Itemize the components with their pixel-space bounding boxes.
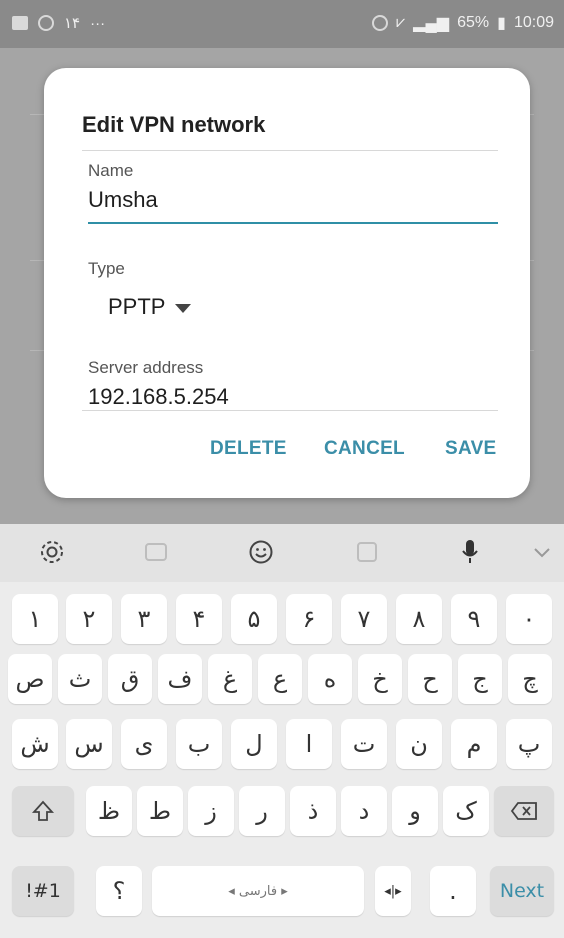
status-right: ⩗ ▂▄▆ 65% ▮ 10:09: [372, 13, 554, 33]
key-letter[interactable]: ح: [408, 654, 452, 704]
emoji-icon[interactable]: [247, 538, 275, 566]
key-letter[interactable]: ر: [239, 786, 285, 836]
settings-icon[interactable]: [38, 538, 66, 566]
key-letter[interactable]: خ: [358, 654, 402, 704]
name-field-underline: [88, 222, 498, 224]
key-letter[interactable]: ت: [341, 719, 387, 769]
battery-percent: 65%: [457, 14, 490, 31]
key-letter[interactable]: ع: [258, 654, 302, 704]
key-letter[interactable]: ث: [58, 654, 102, 704]
status-number: ۱۴: [64, 15, 81, 32]
key-letter[interactable]: ف: [158, 654, 202, 704]
backspace-icon: [510, 802, 537, 820]
save-button[interactable]: SAVE: [445, 438, 497, 460]
signal-icon: ▂▄▆: [413, 15, 450, 32]
key-letter[interactable]: ی: [121, 719, 167, 769]
server-field-underline: [82, 410, 498, 411]
next-key[interactable]: Next: [490, 866, 554, 916]
key-letter[interactable]: ط: [137, 786, 183, 836]
key-letter[interactable]: ن: [396, 719, 442, 769]
key-letter[interactable]: ه: [308, 654, 352, 704]
dialog-title: Edit VPN network: [82, 112, 266, 137]
key-digit[interactable]: ۰: [506, 594, 552, 644]
space-key[interactable]: ◂ فارسی ▸: [152, 866, 364, 916]
key-letter[interactable]: ص: [8, 654, 52, 704]
status-bar: ۱۴ ··· ⩗ ▂▄▆ 65% ▮ 10:09: [0, 0, 564, 48]
status-extra: ···: [90, 14, 106, 32]
sync-icon: [38, 15, 54, 31]
key-digit[interactable]: ۵: [231, 594, 277, 644]
period-key[interactable]: .: [430, 866, 476, 916]
type-value: PPTP: [108, 294, 166, 319]
backspace-key[interactable]: [494, 786, 554, 836]
clock: 10:09: [513, 14, 554, 31]
key-letter[interactable]: غ: [208, 654, 252, 704]
shift-key[interactable]: [12, 786, 74, 836]
status-left: ۱۴ ···: [12, 14, 105, 32]
key-letter[interactable]: ک: [443, 786, 489, 836]
key-letter[interactable]: چ: [508, 654, 552, 704]
key-digit[interactable]: ۸: [396, 594, 442, 644]
name-label: Name: [88, 161, 134, 180]
keyboard-icon[interactable]: [142, 538, 170, 566]
wifi-icon: ⩗: [396, 14, 406, 31]
symbols-key[interactable]: !#1: [12, 866, 74, 916]
server-address-label: Server address: [88, 358, 204, 377]
title-divider: [82, 150, 498, 151]
key-letter[interactable]: پ: [506, 719, 552, 769]
screen: ۱۴ ··· ⩗ ▂▄▆ 65% ▮ 10:09 Edit VPN networ…: [0, 0, 564, 938]
key-letter[interactable]: ج: [458, 654, 502, 704]
delete-button[interactable]: DELETE: [210, 438, 287, 460]
type-label: Type: [88, 259, 125, 278]
microphone-icon[interactable]: [456, 538, 484, 566]
cancel-button[interactable]: CANCEL: [324, 438, 405, 460]
key-letter[interactable]: ظ: [86, 786, 132, 836]
key-letter[interactable]: ذ: [290, 786, 336, 836]
key-digit[interactable]: ۹: [451, 594, 497, 644]
keyboard: ۱ ۲ ۳ ۴ ۵ ۶ ۷ ۸ ۹ ۰ ص ث ق ف غ ع ه خ ح ج …: [0, 524, 564, 938]
shift-icon: [31, 800, 55, 821]
key-letter[interactable]: س: [66, 719, 112, 769]
key-digit[interactable]: ۱: [12, 594, 58, 644]
gallery-icon: [12, 16, 28, 30]
key-letter[interactable]: و: [392, 786, 438, 836]
server-address-field[interactable]: 192.168.5.254: [88, 384, 229, 410]
punctuation-key[interactable]: ؟: [96, 866, 142, 916]
type-dropdown[interactable]: PPTP: [108, 294, 192, 320]
key-letter[interactable]: ا: [286, 719, 332, 769]
key-digit[interactable]: ۴: [176, 594, 222, 644]
cursor-key[interactable]: ◂|▸: [375, 866, 411, 916]
key-letter[interactable]: ق: [108, 654, 152, 704]
key-letter[interactable]: ل: [231, 719, 277, 769]
key-letter[interactable]: د: [341, 786, 387, 836]
key-digit[interactable]: ۲: [66, 594, 112, 644]
key-digit[interactable]: ۷: [341, 594, 387, 644]
key-letter[interactable]: ز: [188, 786, 234, 836]
key-letter[interactable]: ش: [12, 719, 58, 769]
edit-vpn-dialog: Edit VPN network Name Umsha Type PPTP Se…: [44, 68, 530, 498]
key-letter[interactable]: م: [451, 719, 497, 769]
key-digit[interactable]: ۶: [286, 594, 332, 644]
key-letter[interactable]: ب: [176, 719, 222, 769]
name-field[interactable]: Umsha: [88, 187, 158, 213]
alarm-icon: [372, 15, 389, 31]
key-digit[interactable]: ۳: [121, 594, 167, 644]
sticker-icon[interactable]: [353, 538, 381, 566]
dropdown-caret-icon: [175, 304, 192, 313]
battery-icon: ▮: [497, 15, 506, 32]
keyboard-toolbar: [0, 524, 564, 582]
chevron-down-icon[interactable]: [528, 538, 556, 566]
